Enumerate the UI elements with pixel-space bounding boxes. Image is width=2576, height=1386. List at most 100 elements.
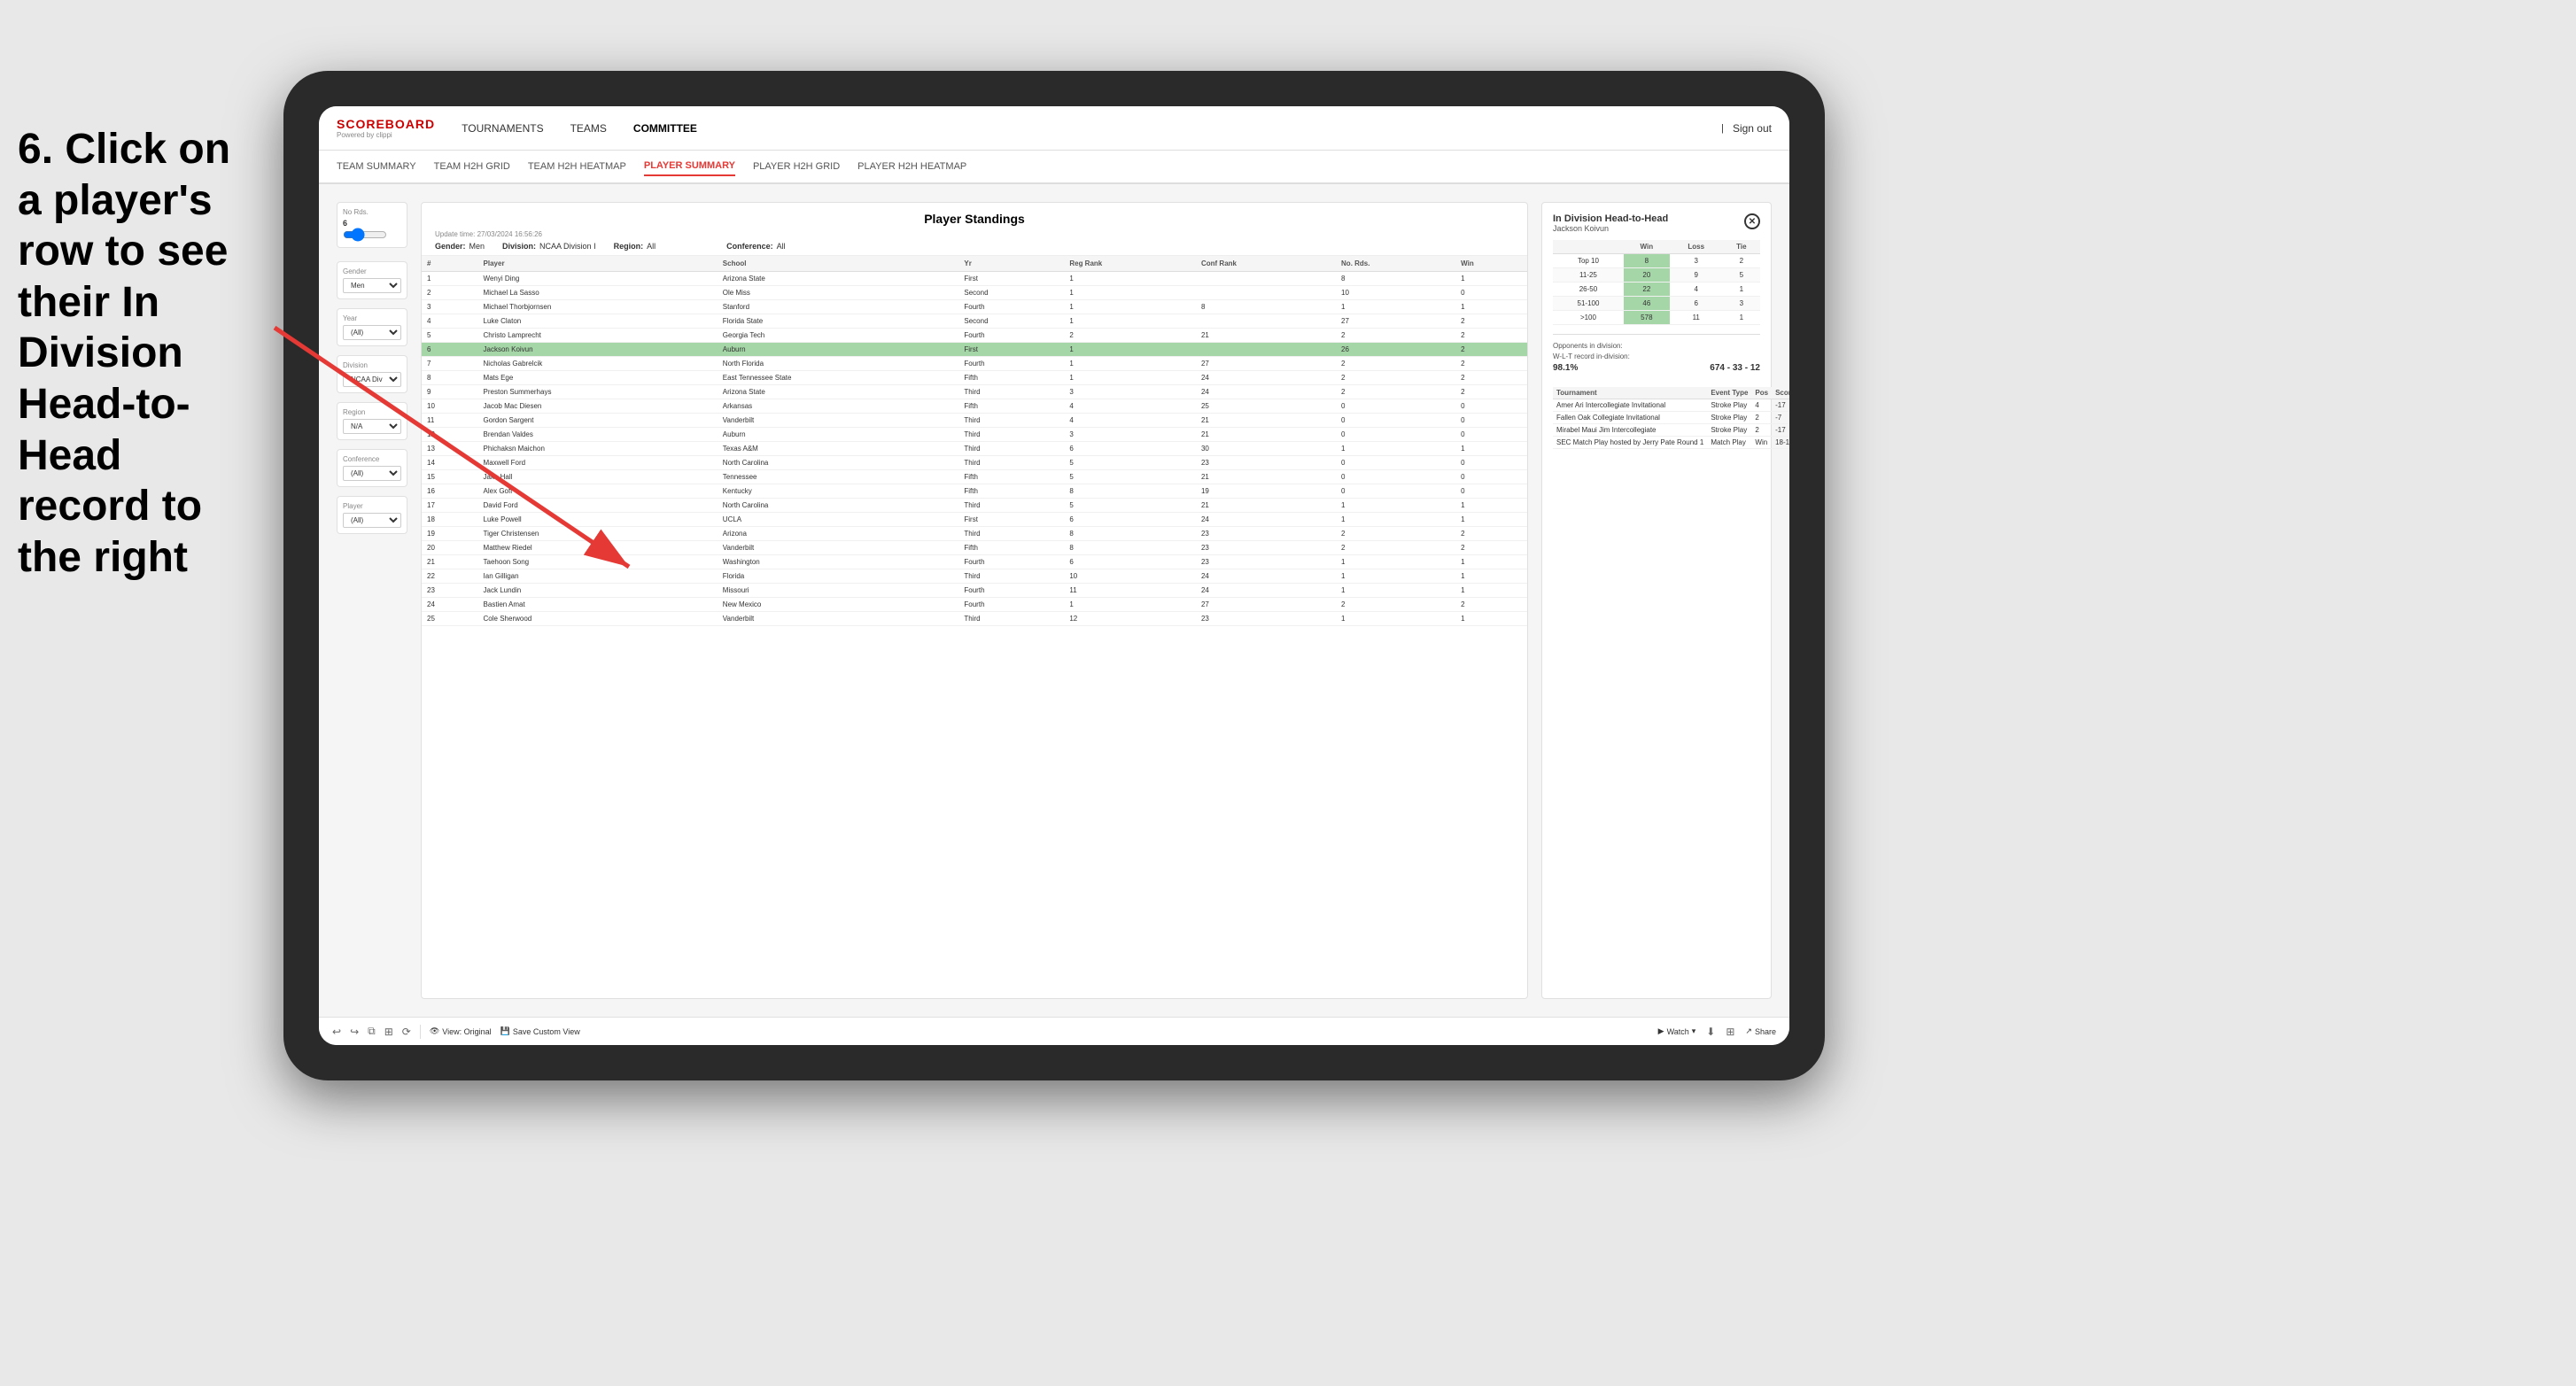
cell-school: North Florida (718, 357, 959, 371)
grid-icon[interactable]: ⊞ (1726, 1026, 1734, 1038)
table-row[interactable]: 16 Alex Goff Kentucky Fifth 8 19 0 0 (422, 484, 1527, 499)
table-row[interactable]: 10 Jacob Mac Diesen Arkansas Fifth 4 25 … (422, 399, 1527, 414)
cell-win: 0 (1455, 470, 1527, 484)
table-row[interactable]: 4 Luke Claton Florida State Second 1 27 … (422, 314, 1527, 329)
table-row[interactable]: 3 Michael Thorbjornsen Stanford Fourth 1… (422, 300, 1527, 314)
table-row[interactable]: 11 Gordon Sargent Vanderbilt Third 4 21 … (422, 414, 1527, 428)
logo-area: SCOREBOARD Powered by clippi (337, 117, 435, 139)
table-row[interactable]: 12 Brendan Valdes Auburn Third 3 21 0 0 (422, 428, 1527, 442)
sidebar-filters: No Rds. 6 Gender Men Women Year (337, 202, 407, 999)
h2h-title: In Division Head-to-Head (1553, 213, 1668, 224)
table-row[interactable]: 5 Christo Lamprecht Georgia Tech Fourth … (422, 329, 1527, 343)
cell-yr: First (958, 343, 1064, 357)
gender-select[interactable]: Men Women (343, 278, 401, 293)
conference-select[interactable]: (All) (343, 466, 401, 481)
player-select[interactable]: (All) (343, 513, 401, 528)
cell-school: East Tennessee State (718, 371, 959, 385)
cell-school: Missouri (718, 584, 959, 598)
tab-team-h2h-grid[interactable]: TEAM H2H GRID (434, 158, 510, 175)
conference-filter-label: Conference: (726, 242, 773, 251)
table-row[interactable]: 24 Bastien Amat New Mexico Fourth 1 27 2… (422, 598, 1527, 612)
table-row[interactable]: 9 Preston Summerhays Arizona State Third… (422, 385, 1527, 399)
cell-conf: 21 (1196, 470, 1336, 484)
no-rds-slider[interactable] (343, 228, 387, 242)
cell-conf: 24 (1196, 385, 1336, 399)
table-row[interactable]: 14 Maxwell Ford North Carolina Third 5 2… (422, 456, 1527, 470)
cell-rank: 6 (422, 343, 478, 357)
table-row[interactable]: 25 Cole Sherwood Vanderbilt Third 12 23 … (422, 612, 1527, 626)
nav-items: TOURNAMENTS TEAMS COMMITTEE (462, 119, 1721, 138)
h2h-header: In Division Head-to-Head Jackson Koivun … (1553, 213, 1760, 233)
cell-conf (1196, 272, 1336, 286)
cell-conf: 8 (1196, 300, 1336, 314)
cell-player: Bastien Amat (478, 598, 718, 612)
cell-player: Jake Hall (478, 470, 718, 484)
cell-rds: 1 (1336, 300, 1455, 314)
download-icon[interactable]: ⬇ (1706, 1026, 1715, 1038)
table-row[interactable]: 2 Michael La Sasso Ole Miss Second 1 10 … (422, 286, 1527, 300)
tab-player-summary[interactable]: PLAYER SUMMARY (644, 157, 735, 176)
cell-school: Washington (718, 555, 959, 569)
tab-player-h2h-heatmap[interactable]: PLAYER H2H HEATMAP (857, 158, 966, 175)
col-no-rds: No. Rds. (1336, 256, 1455, 272)
table-row[interactable]: 21 Taehoon Song Washington Fourth 6 23 1… (422, 555, 1527, 569)
table-row[interactable]: 15 Jake Hall Tennessee Fifth 5 21 0 0 (422, 470, 1527, 484)
col-school: School (718, 256, 959, 272)
cell-yr: Third (958, 456, 1064, 470)
paste-icon[interactable]: ⊞ (384, 1026, 393, 1038)
region-select[interactable]: N/A (343, 419, 401, 434)
table-row[interactable]: 13 Phichaksn Maichon Texas A&M Third 6 3… (422, 442, 1527, 456)
cell-player: Jacob Mac Diesen (478, 399, 718, 414)
copy-icon[interactable]: ⧉ (368, 1025, 376, 1038)
view-original-button[interactable]: 👁 View: Original (430, 1026, 492, 1036)
table-row[interactable]: 23 Jack Lundin Missouri Fourth 11 24 1 1 (422, 584, 1527, 598)
cell-rank: 9 (422, 385, 478, 399)
table-row[interactable]: 17 David Ford North Carolina Third 5 21 … (422, 499, 1527, 513)
division-select[interactable]: NCAA Division I (343, 372, 401, 387)
cell-school: Stanford (718, 300, 959, 314)
view-original-label: View: Original (442, 1027, 491, 1036)
h2h-cell-loss: 9 (1670, 268, 1723, 283)
h2h-cell-rank: 26-50 (1553, 283, 1624, 297)
refresh-icon[interactable]: ⟳ (402, 1026, 411, 1038)
nav-committee[interactable]: COMMITTEE (633, 119, 697, 138)
cell-rank: 8 (422, 371, 478, 385)
share-button[interactable]: ↗ Share (1745, 1026, 1776, 1038)
h2h-col-tie: Tie (1723, 240, 1760, 254)
h2h-close-button[interactable]: ✕ (1744, 213, 1760, 229)
sign-out-button[interactable]: Sign out (1733, 119, 1772, 138)
table-row[interactable]: 18 Luke Powell UCLA First 6 24 1 1 (422, 513, 1527, 527)
h2h-table-row: Top 10 8 3 2 (1553, 254, 1760, 268)
table-row[interactable]: 6 Jackson Koivun Auburn First 1 26 2 (422, 343, 1527, 357)
cell-player: Ian Gilligan (478, 569, 718, 584)
tab-team-h2h-heatmap[interactable]: TEAM H2H HEATMAP (528, 158, 626, 175)
cell-reg: 1 (1064, 272, 1196, 286)
table-row[interactable]: 19 Tiger Christensen Arizona Third 8 23 … (422, 527, 1527, 541)
cell-school: Vanderbilt (718, 612, 959, 626)
watch-button[interactable]: ▶ Watch ▾ (1658, 1026, 1696, 1038)
tournament-header-row: Tournament Event Type Pos Score (1553, 387, 1789, 399)
save-custom-button[interactable]: 💾 Save Custom View (500, 1026, 580, 1036)
cell-school: Florida State (718, 314, 959, 329)
year-select[interactable]: (All) (343, 325, 401, 340)
tab-team-summary[interactable]: TEAM SUMMARY (337, 158, 416, 175)
t-cell-type: Stroke Play (1707, 399, 1751, 412)
nav-tournaments[interactable]: TOURNAMENTS (462, 119, 543, 138)
table-row[interactable]: 7 Nicholas Gabrelcik North Florida Fourt… (422, 357, 1527, 371)
toolbar-divider-1 (420, 1025, 421, 1039)
nav-teams[interactable]: TEAMS (570, 119, 607, 138)
cell-win: 2 (1455, 385, 1527, 399)
tab-player-h2h-grid[interactable]: PLAYER H2H GRID (753, 158, 840, 175)
cell-rank: 16 (422, 484, 478, 499)
cell-rank: 1 (422, 272, 478, 286)
undo-icon[interactable]: ↩ (332, 1026, 341, 1038)
h2h-cell-loss: 11 (1670, 311, 1723, 325)
table-row[interactable]: 8 Mats Ege East Tennessee State Fifth 1 … (422, 371, 1527, 385)
table-row[interactable]: 20 Matthew Riedel Vanderbilt Fifth 8 23 … (422, 541, 1527, 555)
cell-school: Arizona (718, 527, 959, 541)
table-row[interactable]: 1 Wenyi Ding Arizona State First 1 8 1 (422, 272, 1527, 286)
table-row[interactable]: 22 Ian Gilligan Florida Third 10 24 1 1 (422, 569, 1527, 584)
cell-yr: Fifth (958, 399, 1064, 414)
redo-icon[interactable]: ↪ (350, 1026, 359, 1038)
cell-win: 2 (1455, 343, 1527, 357)
